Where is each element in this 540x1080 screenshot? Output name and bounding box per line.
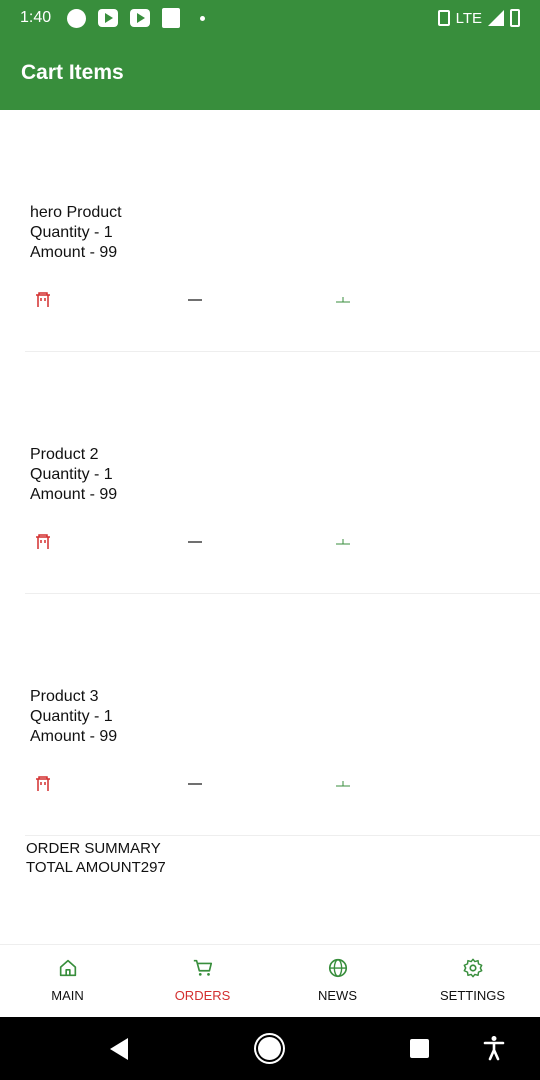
- status-bar: 1:40 LTE: [0, 0, 540, 36]
- delete-icon[interactable]: [33, 532, 53, 552]
- nav-item-orders[interactable]: ORDERS: [135, 945, 270, 1017]
- item-quantity: Quantity - 1: [30, 708, 113, 725]
- item-name: Product 2: [30, 446, 99, 463]
- home-button-icon[interactable]: [258, 1037, 281, 1060]
- decrease-quantity-button[interactable]: [185, 290, 205, 310]
- item-quantity: Quantity - 1: [30, 224, 113, 241]
- nav-item-news[interactable]: NEWS: [270, 945, 405, 1017]
- battery-icon: [510, 9, 520, 27]
- gear-icon: [463, 958, 482, 978]
- decrease-quantity-button[interactable]: [185, 774, 205, 794]
- cart-item: Product 2 Quantity - 1 Amount - 99: [25, 352, 540, 594]
- globe-icon: [328, 958, 347, 978]
- page-title: Cart Items: [21, 61, 124, 84]
- summary-heading: ORDER SUMMARY: [26, 840, 161, 857]
- summary-total: TOTAL AMOUNT297: [26, 859, 166, 876]
- item-amount: Amount - 99: [30, 486, 118, 503]
- network-type: LTE: [455, 9, 482, 27]
- nav-label: MAIN: [51, 988, 84, 1003]
- vibrate-icon: [437, 10, 450, 26]
- delete-icon[interactable]: [33, 290, 53, 310]
- order-summary: ORDER SUMMARY TOTAL AMOUNT297: [26, 839, 166, 877]
- status-time: 1:40: [20, 9, 52, 26]
- nav-label: SETTINGS: [439, 988, 505, 1003]
- item-quantity: Quantity - 1: [30, 466, 113, 483]
- item-amount: Amount - 99: [30, 728, 118, 745]
- home-icon: [59, 959, 76, 977]
- recents-icon[interactable]: [410, 1039, 429, 1058]
- back-icon[interactable]: [110, 1038, 128, 1060]
- delete-icon[interactable]: [33, 774, 53, 794]
- item-name: Product 3: [30, 688, 99, 705]
- youtube-icon: [98, 9, 119, 27]
- cart-item: hero Product Quantity - 1 Amount - 99: [25, 110, 540, 352]
- cart-list: hero Product Quantity - 1 Amount - 99 Pr…: [0, 110, 540, 836]
- item-amount: Amount - 99: [30, 244, 118, 261]
- signal-icon: [488, 10, 504, 26]
- item-info: Product 3 Quantity - 1 Amount - 99: [30, 687, 117, 747]
- app-bar: Cart Items: [0, 36, 540, 110]
- item-name: hero Product: [30, 204, 122, 221]
- decrease-quantity-button[interactable]: [185, 532, 205, 552]
- increase-quantity-button[interactable]: [333, 290, 353, 310]
- pocket-casts-icon: [67, 8, 87, 28]
- news-icon: [162, 8, 181, 28]
- nav-item-settings[interactable]: SETTINGS: [405, 945, 540, 1017]
- cart-icon: [193, 959, 212, 976]
- system-nav-bar: [0, 1017, 540, 1080]
- nav-item-main[interactable]: MAIN: [0, 945, 135, 1017]
- cart-item: Product 3 Quantity - 1 Amount - 99: [25, 594, 540, 836]
- youtube-icon: [130, 9, 151, 27]
- bottom-nav: MAIN ORDERS NEWS SETTINGS: [0, 944, 540, 1017]
- increase-quantity-button[interactable]: [333, 774, 353, 794]
- nav-label: ORDERS: [174, 988, 231, 1003]
- item-info: hero Product Quantity - 1 Amount - 99: [30, 203, 122, 263]
- nav-label: NEWS: [318, 988, 357, 1003]
- increase-quantity-button[interactable]: [333, 532, 353, 552]
- dot-icon: [200, 15, 206, 21]
- accessibility-icon[interactable]: [483, 1035, 505, 1061]
- item-info: Product 2 Quantity - 1 Amount - 99: [30, 445, 117, 505]
